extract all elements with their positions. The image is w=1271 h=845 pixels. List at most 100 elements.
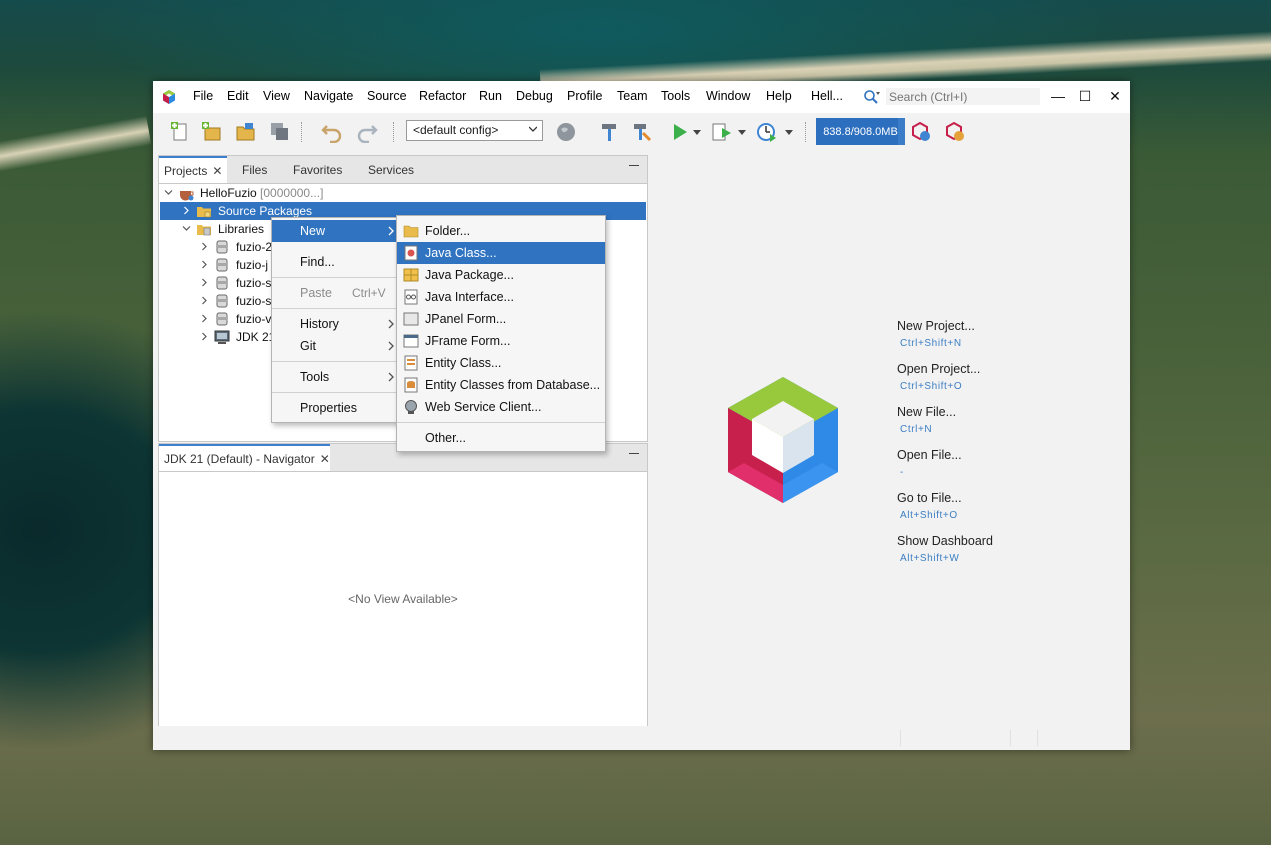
- start-open-project-link[interactable]: Open Project...: [897, 362, 980, 376]
- run-icon[interactable]: [669, 121, 691, 143]
- start-open-file-shortcut: -: [900, 467, 904, 478]
- tab-services-label: Services: [368, 162, 415, 177]
- submenu-jpanel-form[interactable]: JPanel Form...: [397, 308, 605, 330]
- undo-icon[interactable]: [321, 121, 343, 143]
- context-menu-new[interactable]: New: [272, 220, 398, 242]
- context-menu-paste[interactable]: Paste Ctrl+V: [272, 282, 398, 304]
- start-new-file-shortcut: Ctrl+N: [900, 424, 933, 435]
- start-go-to-file-link[interactable]: Go to File...: [897, 491, 962, 505]
- chevron-right-icon: [388, 372, 394, 382]
- chevron-right-icon[interactable]: [200, 260, 209, 269]
- context-menu-git[interactable]: Git: [272, 335, 398, 357]
- web-browser-icon[interactable]: [555, 121, 577, 143]
- search-icon[interactable]: [863, 89, 881, 105]
- maximize-icon: ☐: [1078, 87, 1092, 104]
- chevron-right-icon[interactable]: [200, 278, 209, 287]
- profile-dropdown-icon[interactable]: [785, 130, 793, 136]
- submenu-other[interactable]: Other...: [397, 427, 605, 449]
- redo-icon[interactable]: [356, 121, 378, 143]
- tab-favorites[interactable]: Favorites: [293, 156, 342, 183]
- submenu-java-interface[interactable]: Java Interface...: [397, 286, 605, 308]
- menu-tools[interactable]: Tools: [661, 89, 690, 103]
- minimize-panel-icon[interactable]: [629, 165, 639, 166]
- start-open-file-link[interactable]: Open File...: [897, 448, 962, 462]
- chevron-right-icon[interactable]: [200, 332, 209, 341]
- run-dropdown-icon[interactable]: [693, 130, 701, 136]
- context-menu-git-label: Git: [300, 339, 316, 353]
- menu-separator: [272, 308, 398, 309]
- minimize-panel-icon[interactable]: [629, 453, 639, 454]
- profiler-snapshot-icon[interactable]: [944, 121, 966, 143]
- java-package-icon: [403, 268, 419, 282]
- chevron-down-icon[interactable]: [164, 188, 173, 197]
- context-menu-properties[interactable]: Properties: [272, 397, 398, 419]
- menu-window[interactable]: Window: [706, 89, 750, 103]
- menu-help[interactable]: Help: [766, 89, 792, 103]
- maximize-button[interactable]: ☐: [1076, 87, 1094, 105]
- save-all-icon[interactable]: [269, 121, 291, 143]
- menu-team[interactable]: Team: [617, 89, 648, 103]
- submenu-java-class[interactable]: Java Class...: [397, 242, 605, 264]
- close-icon[interactable]: ✕: [212, 164, 222, 178]
- debug-icon[interactable]: [711, 121, 733, 143]
- close-icon: ✕: [1109, 87, 1121, 104]
- submenu-java-package[interactable]: Java Package...: [397, 264, 605, 286]
- jar-icon: [216, 276, 228, 290]
- start-new-file-link[interactable]: New File...: [897, 405, 956, 419]
- new-project-icon[interactable]: [201, 121, 223, 143]
- tree-library-label: fuzio-s: [236, 294, 272, 308]
- start-new-project-link[interactable]: New Project...: [897, 319, 975, 333]
- tab-files[interactable]: Files: [242, 156, 267, 183]
- chevron-down-icon[interactable]: [182, 224, 191, 233]
- menu-file[interactable]: File: [193, 89, 213, 103]
- context-menu: New Find... Paste Ctrl+V History Git Too…: [271, 217, 399, 423]
- minimize-button[interactable]: —: [1049, 87, 1067, 105]
- menu-navigate[interactable]: Navigate: [304, 89, 353, 103]
- menu-refactor[interactable]: Refactor: [419, 89, 466, 103]
- tab-services[interactable]: Services: [368, 156, 414, 183]
- chevron-right-icon[interactable]: [200, 314, 209, 323]
- chevron-right-icon[interactable]: [182, 206, 191, 215]
- context-menu-tools-label: Tools: [300, 370, 330, 384]
- submenu-entity-class[interactable]: Entity Class...: [397, 352, 605, 374]
- menu-separator: [272, 277, 398, 278]
- new-file-icon[interactable]: [170, 121, 192, 143]
- submenu-other-label: Other...: [425, 431, 466, 445]
- submenu-entity-classes-db[interactable]: Entity Classes from Database...: [397, 374, 605, 396]
- config-select[interactable]: <default config>: [406, 120, 543, 141]
- debug-dropdown-icon[interactable]: [738, 130, 746, 136]
- chevron-right-icon[interactable]: [200, 296, 209, 305]
- tree-jdk-label: JDK 21: [236, 330, 276, 344]
- netbeans-window: File Edit View Navigate Source Refactor …: [153, 81, 1130, 750]
- gc-icon[interactable]: [910, 121, 932, 143]
- submenu-folder-label: Folder...: [425, 224, 471, 238]
- build-hammer-icon[interactable]: [599, 121, 621, 143]
- context-menu-history[interactable]: History: [272, 313, 398, 335]
- start-show-dashboard-link[interactable]: Show Dashboard: [897, 534, 993, 548]
- tab-projects[interactable]: Projects ✕: [159, 156, 227, 183]
- open-project-icon[interactable]: [235, 121, 257, 143]
- submenu-folder[interactable]: Folder...: [397, 220, 605, 242]
- close-icon[interactable]: ✕: [320, 452, 330, 466]
- toolbar-separator: [301, 122, 303, 142]
- menu-source[interactable]: Source: [367, 89, 407, 103]
- menu-view[interactable]: View: [263, 89, 290, 103]
- context-menu-tools[interactable]: Tools: [272, 366, 398, 388]
- menu-edit[interactable]: Edit: [227, 89, 249, 103]
- search-input[interactable]: [886, 88, 1040, 105]
- entity-db-icon: [404, 377, 418, 393]
- tree-library-label: fuzio-s: [236, 276, 272, 290]
- clean-build-icon[interactable]: [631, 121, 653, 143]
- close-button[interactable]: ✕: [1106, 87, 1124, 105]
- context-menu-find[interactable]: Find...: [272, 251, 398, 273]
- menu-run[interactable]: Run: [479, 89, 502, 103]
- menu-debug[interactable]: Debug: [516, 89, 553, 103]
- memory-indicator[interactable]: 838.8/908.0MB: [816, 118, 905, 145]
- profile-icon[interactable]: [756, 121, 778, 143]
- submenu-jframe-form[interactable]: JFrame Form...: [397, 330, 605, 352]
- chevron-right-icon[interactable]: [200, 242, 209, 251]
- submenu-web-service-client[interactable]: Web Service Client...: [397, 396, 605, 418]
- menu-profile[interactable]: Profile: [567, 89, 602, 103]
- tree-project-node[interactable]: HelloFuzio [0000000...]: [160, 184, 646, 202]
- tab-navigator[interactable]: JDK 21 (Default) - Navigator ✕: [159, 444, 330, 471]
